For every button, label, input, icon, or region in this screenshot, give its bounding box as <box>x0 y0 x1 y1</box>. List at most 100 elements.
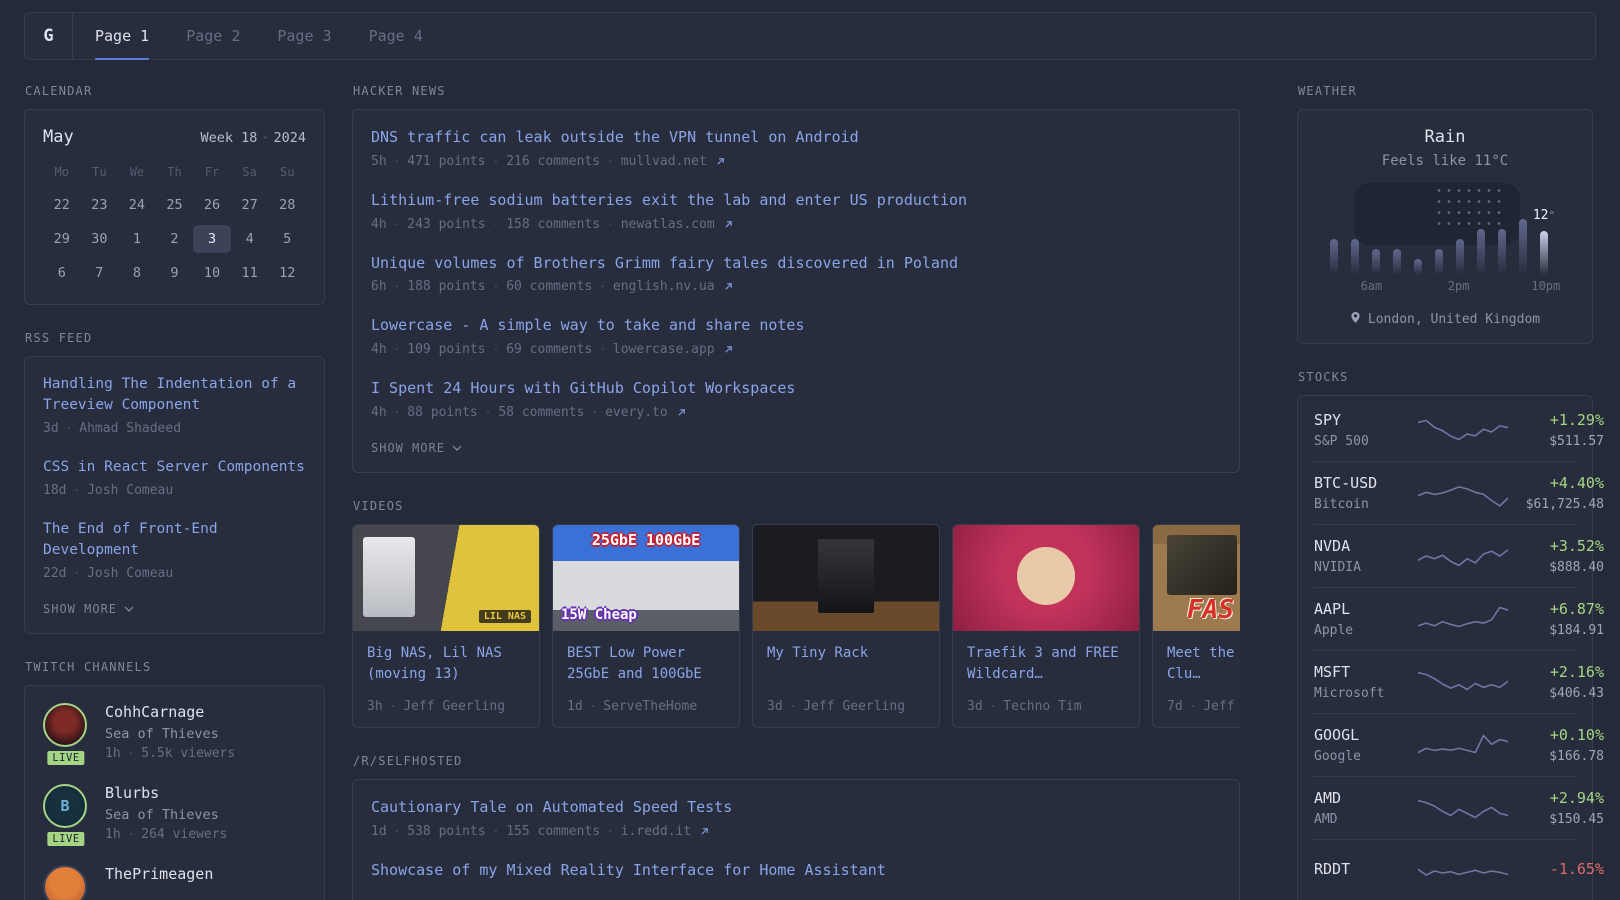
weather-time-axis: 6am 2pm 10pm <box>1360 279 1561 293</box>
weekday-label: Su <box>279 165 295 179</box>
video-card[interactable]: My Tiny Rack 3d · Jeff Geerling <box>752 523 940 728</box>
rss-show-more-button[interactable]: SHOW MORE <box>43 602 306 616</box>
twitch-widget: TWITCH CHANNELS LIVE CohhCarnage Sea of … <box>24 660 325 900</box>
video-channel-link[interactable]: Jeff Geerling <box>1203 699 1240 714</box>
page-tabs: Page 1 Page 2 Page 3 Page 4 <box>73 13 423 60</box>
weather-bar <box>1372 187 1380 275</box>
weekday-label: Tu <box>92 165 107 179</box>
video-title-link[interactable]: My Tiny Rack <box>767 643 925 687</box>
twitch-avatar: B <box>43 784 87 829</box>
hn-domain-link[interactable]: mullvad.net <box>621 154 707 169</box>
hn-domain-link[interactable]: every.to <box>605 405 668 420</box>
weather-bar <box>1498 187 1506 275</box>
rss-widget: RSS FEED Handling The Indentation of a T… <box>24 331 325 635</box>
video-channel-link[interactable]: Jeff Geerling <box>803 699 905 714</box>
app-logo[interactable]: G <box>25 13 73 59</box>
weather-widget-title: WEATHER <box>1298 84 1357 98</box>
calendar-day: 10 <box>203 265 221 281</box>
video-thumbnail: LIL NAS <box>353 524 539 631</box>
hn-item: Unique volumes of Brothers Grimm fairy t… <box>371 253 1221 295</box>
hn-show-more-button[interactable]: SHOW MORE <box>371 441 1221 455</box>
rss-item-link[interactable]: Handling The Indentation of a Treeview C… <box>43 376 296 413</box>
tab-page-1[interactable]: Page 1 <box>95 13 150 60</box>
hn-domain-link[interactable]: lowercase.app <box>613 342 715 357</box>
stock-symbol: BTC-USD <box>1314 474 1378 492</box>
hn-item-link[interactable]: DNS traffic can leak outside the VPN tun… <box>371 128 859 146</box>
calendar-day: 30 <box>91 231 108 247</box>
hn-item: Lowercase - A simple way to take and sha… <box>371 315 1221 357</box>
twitch-game: Sea of Thieves <box>105 807 219 824</box>
tab-page-2[interactable]: Page 2 <box>186 13 240 59</box>
right-sidebar: WEATHER Rain Feels like 11°C 12° 6am 2pm… <box>1267 84 1604 900</box>
external-link-icon <box>724 282 733 291</box>
dot-separator: · <box>73 484 81 498</box>
twitch-channel-row[interactable]: LIVE CohhCarnage Sea of Thieves 1h · 5.5k … <box>43 703 306 768</box>
rss-item-link[interactable]: The End of Front-End Development <box>43 521 218 558</box>
twitch-widget-title: TWITCH CHANNELS <box>25 660 152 675</box>
stock-price: $184.91 <box>1549 623 1604 638</box>
twitch-channel-name[interactable]: ThePrimeagen <box>105 865 213 883</box>
weekday-label: Th <box>167 165 182 179</box>
hn-item-link[interactable]: Unique volumes of Brothers Grimm fairy t… <box>371 254 958 272</box>
dot-separator: · <box>127 747 135 761</box>
calendar-day: 9 <box>170 265 179 281</box>
stock-change: +2.94% <box>1549 789 1604 807</box>
twitch-channel-row[interactable]: B LIVE Blurbs Sea of Thieves 1h · 264 view… <box>43 784 306 849</box>
calendar-day: 12 <box>279 265 296 281</box>
video-meta: 1d · ServeTheHome <box>567 698 698 714</box>
hn-item-link[interactable]: Lithium-free sodium batteries exit the l… <box>371 191 967 209</box>
video-channel-link[interactable]: Techno Tim <box>1003 699 1081 714</box>
hn-item-link[interactable]: Lowercase - A simple way to take and sha… <box>371 316 804 334</box>
stock-sparkline <box>1418 726 1508 764</box>
reddit-item-link[interactable]: Showcase of my Mixed Reality Interface f… <box>371 861 886 879</box>
calendar-month: May <box>43 127 74 147</box>
weather-widget: WEATHER Rain Feels like 11°C 12° 6am 2pm… <box>1297 84 1593 344</box>
rss-item-meta: 3d · Ahmad Shadeed <box>43 421 182 437</box>
hn-item-link[interactable]: I Spent 24 Hours with GitHub Copilot Wor… <box>371 379 795 397</box>
dot-separator: · <box>261 130 270 146</box>
video-card[interactable]: FAS Meet the … Linux Clu… 7d·Jeff Geerli… <box>1152 523 1240 728</box>
reddit-item-link[interactable]: Cautionary Tale on Automated Speed Tests <box>371 798 732 816</box>
weather-bars: 12° <box>1330 187 1555 275</box>
video-title-link[interactable]: BEST Low Power 25GbE and 100GbE Switch… <box>567 643 725 687</box>
videos-widget: VIDEOS LIL NAS Big NAS, Lil NAS (moving … <box>352 499 1240 728</box>
chevron-down-icon <box>124 606 134 613</box>
weekday-label: We <box>129 165 145 179</box>
video-card[interactable]: 25GbE 100GbE 15W Cheap BEST Low Power 25G… <box>552 523 740 728</box>
tab-page-3[interactable]: Page 3 <box>277 13 331 59</box>
stock-row: RDDT -1.65% <box>1314 839 1604 900</box>
hackernews-widget-title: HACKER NEWS <box>353 84 446 98</box>
video-title-link[interactable]: Meet the … Linux Clu… <box>1167 643 1240 687</box>
selfhosted-card: Cautionary Tale on Automated Speed Tests… <box>352 778 1240 900</box>
weather-bar <box>1351 187 1359 275</box>
twitch-channel-name[interactable]: CohhCarnage <box>105 703 235 721</box>
video-channel-link[interactable]: Jeff Geerling <box>403 699 505 714</box>
calendar-day: 27 <box>241 197 258 213</box>
reddit-domain-link[interactable]: i.redd.it <box>621 824 691 839</box>
video-meta: 3d · Techno Tim <box>967 698 1082 714</box>
rss-card: Handling The Indentation of a Treeview C… <box>24 356 325 635</box>
navbar: G Page 1 Page 2 Page 3 Page 4 <box>24 12 1596 60</box>
stock-change: -1.65% <box>1549 859 1604 878</box>
calendar-day: 23 <box>91 197 108 213</box>
video-card[interactable]: Traefik 3 and FREE Wildcard… 3d · Techno T… <box>952 523 1140 728</box>
tab-page-4[interactable]: Page 4 <box>369 13 423 59</box>
video-title-link[interactable]: Traefik 3 and FREE Wildcard… <box>967 643 1125 687</box>
weather-bar <box>1456 187 1464 275</box>
video-channel-link[interactable]: ServeTheHome <box>603 699 697 714</box>
hn-domain-link[interactable]: english.nv.ua <box>613 279 715 294</box>
rss-item-link[interactable]: CSS in React Server Components <box>43 459 305 475</box>
hn-domain-link[interactable]: newatlas.com <box>621 217 715 232</box>
video-card[interactable]: LIL NAS Big NAS, Lil NAS (moving 13) 3h ·… <box>352 523 540 728</box>
rss-item-meta: 18d · Josh Comeau <box>43 483 174 499</box>
stock-change: +0.10% <box>1549 726 1604 744</box>
dot-separator: · <box>65 422 73 436</box>
twitch-channel-name[interactable]: Blurbs <box>105 784 227 802</box>
stock-sparkline <box>1418 600 1508 638</box>
video-title-link[interactable]: Big NAS, Lil NAS (moving 13) <box>367 643 525 687</box>
stock-sparkline <box>1418 789 1508 827</box>
calendar-day: 2 <box>170 231 179 247</box>
stock-sparkline <box>1418 663 1508 701</box>
twitch-channel-row[interactable]: ThePrimeagen <box>43 865 306 900</box>
hn-item-meta: 5h · 471 points · 216 comments · mullvad.net <box>371 154 1221 169</box>
